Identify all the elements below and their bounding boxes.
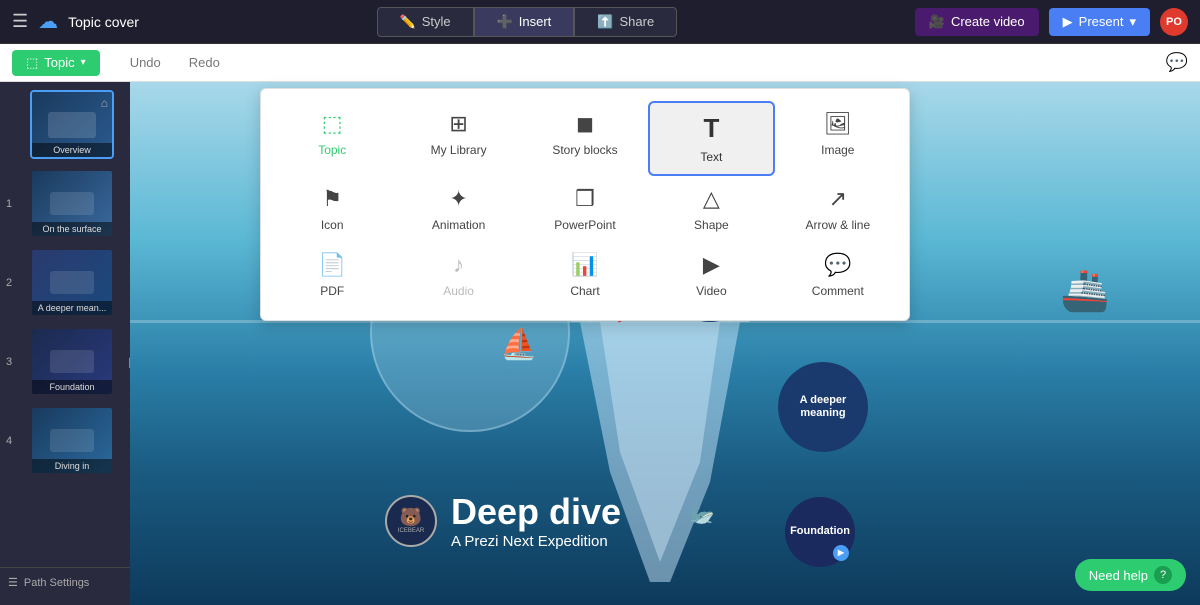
- slide-label-4: Diving in: [32, 459, 112, 473]
- insert-icon: ➕: [497, 14, 513, 30]
- insert-pdf[interactable]: 📄 PDF: [269, 242, 395, 308]
- topbar-tabs: ✏️ Style ➕ Insert ⬆️ Share: [151, 7, 903, 37]
- story-blocks-icon: ◼: [576, 111, 594, 137]
- icebear-logo: 🐻 ICEBEAR: [385, 495, 437, 547]
- slide-number-3: 3: [6, 356, 12, 368]
- topic-icon: ⬚: [26, 55, 38, 71]
- deep-dive-section: 🐻 ICEBEAR Deep dive A Prezi Next Expedit…: [385, 491, 621, 550]
- deep-dive-title: Deep dive: [451, 491, 621, 533]
- arrow-line-icon: ↗: [829, 186, 847, 212]
- play-dot-icon: ▶: [833, 545, 849, 561]
- insert-my-library[interactable]: ⊞ My Library: [395, 101, 521, 176]
- slide-number-2: 2: [6, 277, 12, 289]
- document-title: Topic cover: [68, 14, 139, 30]
- whale: 🐋: [690, 502, 715, 527]
- insert-text[interactable]: T Text: [648, 101, 774, 176]
- slide-thumbnail-4[interactable]: Diving in: [30, 406, 114, 475]
- insert-dropdown: ⬚ Topic ⊞ My Library ◼ Story blocks T Te…: [260, 88, 910, 321]
- chat-icon[interactable]: 💬: [1166, 52, 1188, 73]
- slide-number-1: 1: [6, 198, 12, 210]
- play-present-icon: ▶: [1063, 14, 1073, 30]
- present-dropdown-icon: ▾: [1129, 14, 1136, 30]
- icebear-label: ICEBEAR: [398, 528, 424, 534]
- path-settings-icon: ☰: [8, 576, 18, 589]
- path-settings[interactable]: ☰ Path Settings: [0, 567, 130, 597]
- insert-image[interactable]: 🖼 Image: [775, 101, 901, 176]
- tab-style[interactable]: ✏️ Style: [377, 7, 474, 37]
- library-icon: ⊞: [449, 111, 467, 137]
- tab-insert[interactable]: ➕ Insert: [474, 7, 575, 37]
- slide-thumbnail-1[interactable]: On the surface: [30, 169, 114, 238]
- question-mark-icon: ?: [1154, 566, 1172, 584]
- insert-story-blocks[interactable]: ◼ Story blocks: [522, 101, 648, 176]
- chart-icon: 📊: [571, 252, 598, 278]
- share-icon: ⬆️: [597, 14, 613, 30]
- image-insert-icon: 🖼: [824, 111, 852, 137]
- cloud-icon: ☁: [38, 9, 58, 34]
- topic-button[interactable]: ⬚ Topic ▾: [12, 50, 100, 76]
- tab-share[interactable]: ⬆️ Share: [574, 7, 677, 37]
- create-video-button[interactable]: 🎥 Create video: [915, 8, 1039, 36]
- insert-animation[interactable]: ✦ Animation: [395, 176, 521, 242]
- slides-sidebar: ⌂ Overview 1 On the surface 2: [0, 82, 130, 605]
- insert-arrow-line[interactable]: ↗ Arrow & line: [775, 176, 901, 242]
- slide-number-4: 4: [6, 435, 12, 447]
- shape-icon: △: [703, 186, 720, 212]
- insert-audio: ♪ Audio: [395, 242, 521, 308]
- hamburger-icon[interactable]: ☰: [12, 11, 28, 32]
- pdf-icon: 📄: [318, 252, 345, 278]
- topic-insert-icon: ⬚: [322, 111, 343, 137]
- insert-comment[interactable]: 💬 Comment: [775, 242, 901, 308]
- video-icon: ▶: [703, 252, 720, 278]
- insert-powerpoint[interactable]: ❒ PowerPoint: [522, 176, 648, 242]
- topbar-left: ☰ ☁ Topic cover: [12, 9, 139, 34]
- sailboat: ⛵: [500, 327, 537, 362]
- avatar[interactable]: PO: [1160, 8, 1188, 36]
- slide-label-2: A deeper mean...: [32, 301, 112, 315]
- toolbar: ⬚ Topic ▾ Undo Redo 💬 ⬚ Topic ⊞ My Libra…: [0, 44, 1200, 82]
- slide-thumbnail-2[interactable]: A deeper mean...: [30, 248, 114, 317]
- slide-label-1: On the surface: [32, 222, 112, 236]
- present-button[interactable]: ▶ Present ▾: [1049, 8, 1150, 36]
- home-icon: ⌂: [101, 96, 108, 110]
- node-deeper-meaning[interactable]: A deeper meaning: [778, 362, 868, 452]
- insert-shape[interactable]: △ Shape: [648, 176, 774, 242]
- topbar: ☰ ☁ Topic cover ✏️ Style ➕ Insert ⬆️ Sha…: [0, 0, 1200, 44]
- bear-icon: 🐻: [400, 507, 422, 528]
- undo-button[interactable]: Undo: [116, 50, 175, 75]
- powerpoint-icon: ❒: [575, 186, 595, 212]
- topbar-actions: 🎥 Create video ▶ Present ▾ PO: [915, 8, 1188, 36]
- animation-icon: ✦: [449, 186, 467, 212]
- deep-dive-text: Deep dive A Prezi Next Expedition: [451, 491, 621, 550]
- text-insert-icon: T: [703, 113, 719, 144]
- slide-label-3: Foundation: [32, 380, 112, 394]
- slide-thumbnail-3[interactable]: Foundation: [30, 327, 114, 396]
- insert-icon[interactable]: ⚑ Icon: [269, 176, 395, 242]
- node-foundation[interactable]: Foundation ▶: [785, 497, 855, 567]
- ship: 🚢: [1060, 267, 1110, 314]
- insert-chart[interactable]: 📊 Chart: [522, 242, 648, 308]
- deep-dive-subtitle: A Prezi Next Expedition: [451, 533, 621, 550]
- need-help-button[interactable]: Need help ?: [1075, 559, 1186, 591]
- insert-video[interactable]: ▶ Video: [648, 242, 774, 308]
- slide-thumbnail-overview[interactable]: ⌂ Overview: [30, 90, 114, 159]
- video-camera-icon: 🎥: [929, 14, 945, 30]
- audio-icon: ♪: [453, 252, 464, 278]
- comment-icon: 💬: [824, 252, 851, 278]
- redo-button[interactable]: Redo: [175, 50, 234, 75]
- slide-label-overview: Overview: [32, 143, 112, 157]
- insert-topic[interactable]: ⬚ Topic: [269, 101, 395, 176]
- topic-dropdown-arrow: ▾: [81, 57, 86, 68]
- style-icon: ✏️: [400, 14, 416, 30]
- icon-insert-icon: ⚑: [322, 186, 342, 212]
